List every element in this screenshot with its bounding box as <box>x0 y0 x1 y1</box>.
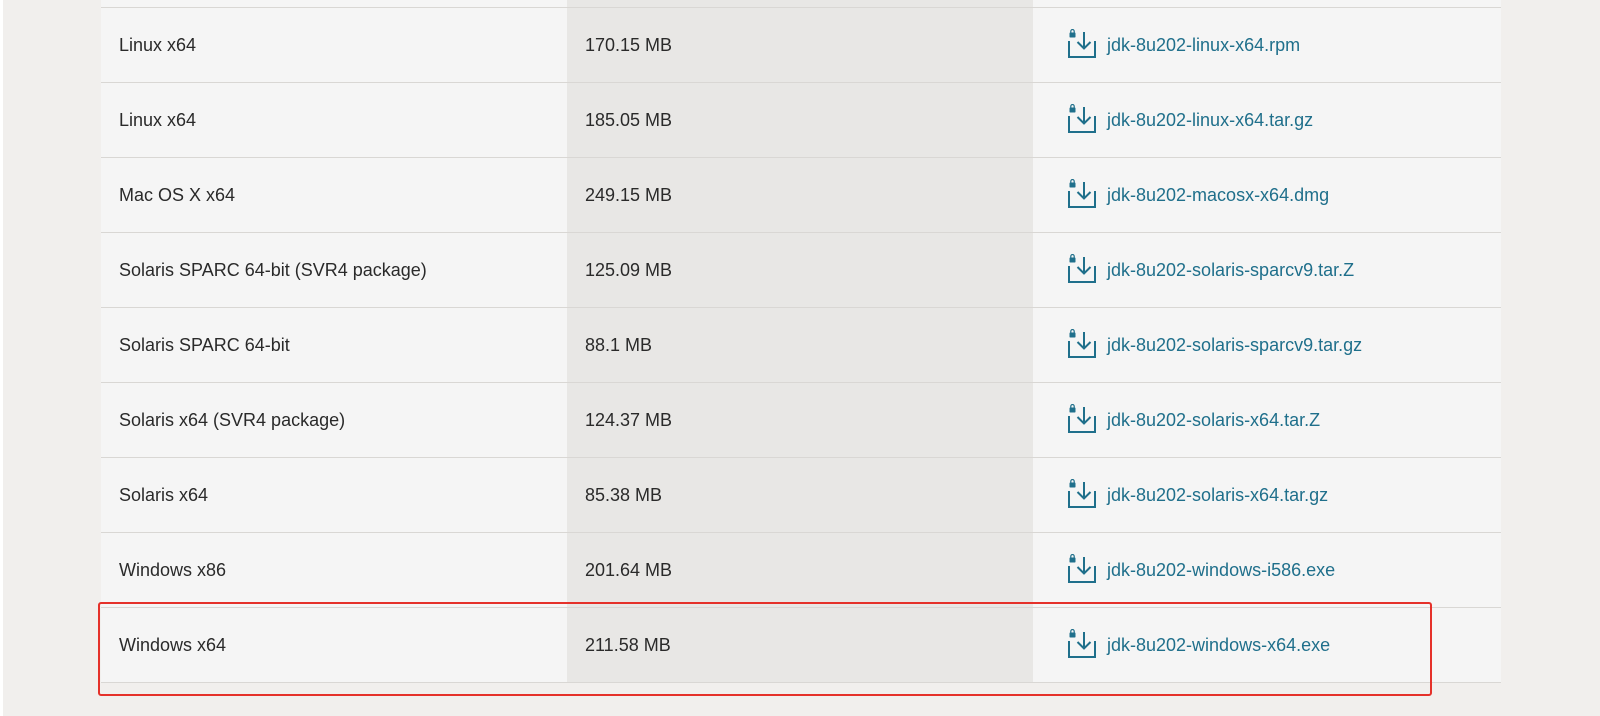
download-lock-icon <box>1068 479 1096 508</box>
table-row: Windows x64 211.58 MB jdk-8u202-windows-… <box>101 608 1501 683</box>
download-link[interactable]: jdk-8u202-windows-x64.exe <box>1066 629 1330 661</box>
page-edge <box>0 0 3 716</box>
download-lock-icon <box>1068 104 1096 133</box>
file-size: 211.58 MB <box>585 634 671 655</box>
os-label: Windows x64 <box>119 634 227 655</box>
os-cell: Solaris SPARC 64-bit <box>101 308 567 382</box>
download-cell: jdk-8u202-solaris-x64.tar.gz <box>1033 458 1501 532</box>
os-cell: Windows x64 <box>101 608 567 682</box>
download-cell: jdk-8u202-linux-x64.tar.gz <box>1033 83 1501 157</box>
size-cell: 170.15 MB <box>567 8 1033 82</box>
size-cell: 88.1 MB <box>567 308 1033 382</box>
table-row: Linux x64 170.15 MB jdk-8u202-linux-x64.… <box>101 8 1501 83</box>
table-top-edge <box>101 0 1501 8</box>
download-cell: jdk-8u202-windows-x64.exe <box>1033 608 1501 682</box>
os-label: Solaris x64 (SVR4 package) <box>119 409 346 430</box>
os-label: Solaris SPARC 64-bit (SVR4 package) <box>119 259 427 280</box>
file-size: 201.64 MB <box>585 559 673 580</box>
download-cell: jdk-8u202-solaris-x64.tar.Z <box>1033 383 1501 457</box>
os-label: Windows x86 <box>119 559 227 580</box>
os-label: Linux x64 <box>119 34 197 55</box>
download-link[interactable]: jdk-8u202-windows-i586.exe <box>1066 554 1335 586</box>
download-link[interactable]: jdk-8u202-linux-x64.rpm <box>1066 29 1300 61</box>
file-size: 125.09 MB <box>585 259 673 280</box>
download-cell: jdk-8u202-linux-x64.rpm <box>1033 8 1501 82</box>
os-cell: Solaris x64 <box>101 458 567 532</box>
download-lock-icon <box>1068 329 1096 358</box>
size-cell: 249.15 MB <box>567 158 1033 232</box>
size-cell: 85.38 MB <box>567 458 1033 532</box>
download-filename: jdk-8u202-solaris-x64.tar.gz <box>1107 484 1329 505</box>
size-cell: 125.09 MB <box>567 233 1033 307</box>
download-filename: jdk-8u202-solaris-x64.tar.Z <box>1107 409 1321 430</box>
download-filename: jdk-8u202-linux-x64.tar.gz <box>1107 109 1314 130</box>
download-filename: jdk-8u202-windows-x64.exe <box>1107 634 1331 655</box>
download-cell: jdk-8u202-solaris-sparcv9.tar.Z <box>1033 233 1501 307</box>
download-filename: jdk-8u202-solaris-sparcv9.tar.gz <box>1107 334 1363 355</box>
os-label: Solaris SPARC 64-bit <box>119 334 290 355</box>
download-cell: jdk-8u202-windows-i586.exe <box>1033 533 1501 607</box>
file-size: 249.15 MB <box>585 184 673 205</box>
download-link[interactable]: jdk-8u202-solaris-x64.tar.gz <box>1066 479 1328 511</box>
download-link[interactable]: jdk-8u202-solaris-sparcv9.tar.gz <box>1066 329 1362 361</box>
download-link[interactable]: jdk-8u202-solaris-sparcv9.tar.Z <box>1066 254 1354 286</box>
os-cell: Windows x86 <box>101 533 567 607</box>
file-size: 124.37 MB <box>585 409 673 430</box>
download-link[interactable]: jdk-8u202-solaris-x64.tar.Z <box>1066 404 1320 436</box>
download-lock-icon <box>1068 554 1096 583</box>
size-cell: 211.58 MB <box>567 608 1033 682</box>
table-row: Mac OS X x64 249.15 MB jdk-8u202-macosx-… <box>101 158 1501 233</box>
table-row: Solaris x64 (SVR4 package) 124.37 MB jdk… <box>101 383 1501 458</box>
os-cell: Linux x64 <box>101 83 567 157</box>
download-lock-icon <box>1068 629 1096 658</box>
download-lock-icon <box>1068 254 1096 283</box>
download-filename: jdk-8u202-linux-x64.rpm <box>1107 34 1301 55</box>
table-row: Solaris x64 85.38 MB jdk-8u202-solaris-x… <box>101 458 1501 533</box>
download-link[interactable]: jdk-8u202-macosx-x64.dmg <box>1066 179 1329 211</box>
os-label: Linux x64 <box>119 109 197 130</box>
table-row: Windows x86 201.64 MB jdk-8u202-windows-… <box>101 533 1501 608</box>
file-size: 170.15 MB <box>585 34 673 55</box>
download-cell: jdk-8u202-macosx-x64.dmg <box>1033 158 1501 232</box>
os-cell: Solaris x64 (SVR4 package) <box>101 383 567 457</box>
os-cell: Linux x64 <box>101 8 567 82</box>
download-lock-icon <box>1068 179 1096 208</box>
table-body: Linux x64 170.15 MB jdk-8u202-linux-x64.… <box>101 8 1501 683</box>
download-filename: jdk-8u202-solaris-sparcv9.tar.Z <box>1107 259 1355 280</box>
os-label: Mac OS X x64 <box>119 184 236 205</box>
size-cell: 185.05 MB <box>567 83 1033 157</box>
table-row: Solaris SPARC 64-bit (SVR4 package) 125.… <box>101 233 1501 308</box>
os-cell: Mac OS X x64 <box>101 158 567 232</box>
download-lock-icon <box>1068 404 1096 433</box>
downloads-table: Linux x64 170.15 MB jdk-8u202-linux-x64.… <box>101 0 1501 683</box>
download-filename: jdk-8u202-macosx-x64.dmg <box>1107 184 1330 205</box>
file-size: 185.05 MB <box>585 109 673 130</box>
os-label: Solaris x64 <box>119 484 209 505</box>
download-link[interactable]: jdk-8u202-linux-x64.tar.gz <box>1066 104 1313 136</box>
size-cell: 124.37 MB <box>567 383 1033 457</box>
size-cell: 201.64 MB <box>567 533 1033 607</box>
download-cell: jdk-8u202-solaris-sparcv9.tar.gz <box>1033 308 1501 382</box>
download-lock-icon <box>1068 29 1096 58</box>
os-cell: Solaris SPARC 64-bit (SVR4 package) <box>101 233 567 307</box>
download-filename: jdk-8u202-windows-i586.exe <box>1107 559 1336 580</box>
table-row: Linux x64 185.05 MB jdk-8u202-linux-x64.… <box>101 83 1501 158</box>
file-size: 88.1 MB <box>585 334 653 355</box>
table-row: Solaris SPARC 64-bit 88.1 MB jdk-8u202-s… <box>101 308 1501 383</box>
file-size: 85.38 MB <box>585 484 663 505</box>
